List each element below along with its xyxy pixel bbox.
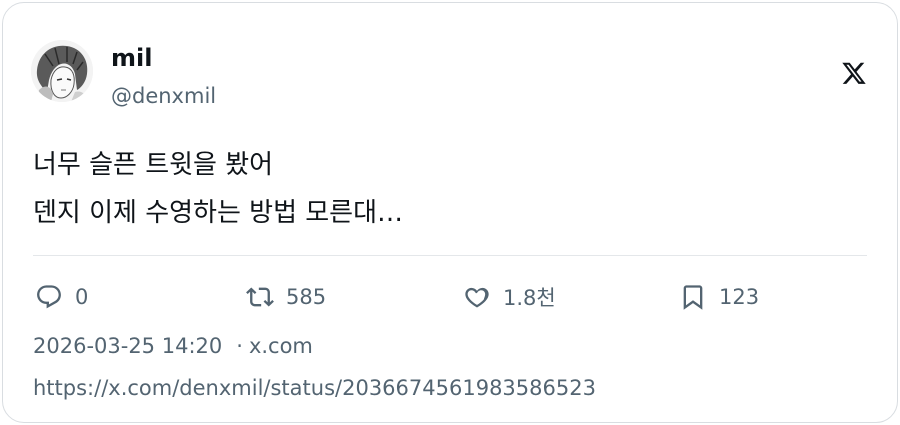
- x-logo-icon[interactable]: [841, 59, 867, 87]
- bookmark-count: 123: [719, 285, 760, 309]
- tweet-url[interactable]: https://x.com/denxmil/status/20366745619…: [33, 373, 596, 403]
- retweet-icon: [246, 287, 274, 307]
- avatar[interactable]: [31, 40, 93, 102]
- tweet-meta: 2026-03-25 14:20 · x.com: [33, 331, 313, 361]
- reply-button[interactable]: 0: [35, 281, 88, 313]
- reply-icon: [37, 285, 61, 309]
- author-handle[interactable]: @denxmil: [111, 83, 216, 109]
- tweet-card: mil @denxmil 너무 슬픈 트윗을 봤어 덴지 이제 수영하는 방법 …: [2, 2, 898, 423]
- timestamp[interactable]: 2026-03-25 14:20: [33, 334, 222, 358]
- source-link[interactable]: x.com: [249, 334, 313, 358]
- like-count: 1.8천: [503, 286, 556, 310]
- bookmark-button[interactable]: 123: [679, 281, 759, 313]
- retweet-button[interactable]: 585: [246, 281, 326, 313]
- tweet-text: 너무 슬픈 트윗을 봤어 덴지 이제 수영하는 방법 모른대…: [33, 141, 863, 237]
- tweet-text-line: 덴지 이제 수영하는 방법 모른대…: [33, 198, 404, 228]
- author-name[interactable]: mil: [111, 43, 152, 73]
- heart-icon: [465, 287, 489, 308]
- bookmark-icon: [683, 285, 703, 310]
- meta-separator: ·: [236, 334, 243, 358]
- retweet-count: 585: [286, 285, 327, 309]
- reply-count: 0: [75, 285, 89, 309]
- avatar-image: [31, 40, 93, 102]
- tweet-text-line: 너무 슬픈 트윗을 봤어: [33, 150, 274, 180]
- divider: [33, 255, 867, 256]
- like-button[interactable]: 1.8천: [463, 281, 556, 313]
